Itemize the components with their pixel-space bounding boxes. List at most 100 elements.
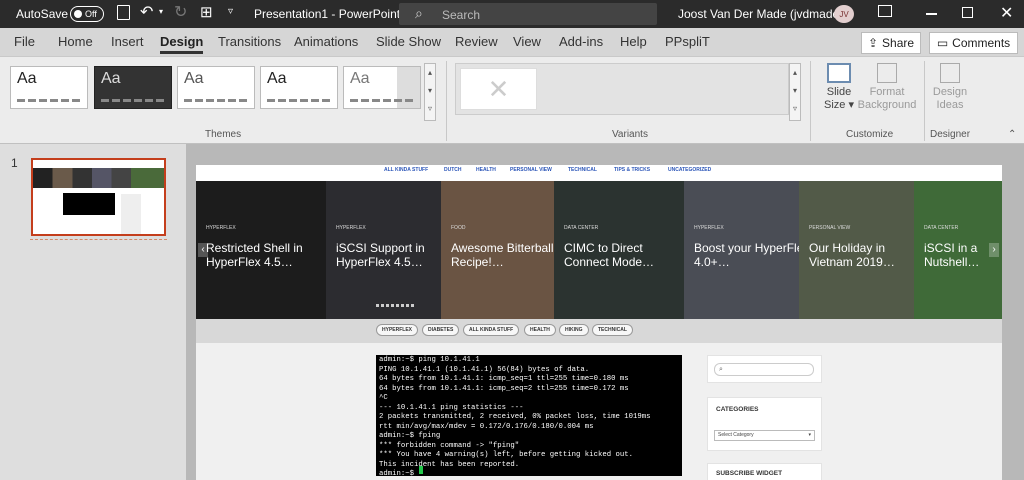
close-icon[interactable]: ✕ xyxy=(1000,3,1013,23)
slide[interactable]: ALL KINDA STUFF DUTCH HEALTH PERSONAL VI… xyxy=(196,165,1002,480)
nav-health[interactable]: HEALTH xyxy=(476,167,496,173)
slide-thumbnail[interactable] xyxy=(31,158,166,236)
tab-add-ins[interactable]: Add-ins xyxy=(559,34,603,49)
post-title: Our Holiday in Vietnam 2019… xyxy=(809,241,895,269)
chevron-down-icon: ▾ xyxy=(808,432,811,438)
search-icon: ⌕ xyxy=(719,366,723,373)
tab-insert[interactable]: Insert xyxy=(111,34,144,49)
design-ideas-button[interactable]: Design Ideas xyxy=(928,63,972,112)
slide-size-button[interactable]: Slide Size ▾ xyxy=(820,63,858,112)
collapse-ribbon-icon[interactable]: ⌃ xyxy=(1008,129,1016,140)
carousel-panel[interactable]: PERSONAL VIEW Our Holiday in Vietnam 201… xyxy=(799,181,914,319)
search-widget: ⌕ xyxy=(707,355,822,383)
theme-colors xyxy=(184,99,250,102)
format-background-label-2: Background xyxy=(857,99,917,111)
format-background-button[interactable]: Format Background xyxy=(855,63,919,112)
theme-colors xyxy=(101,99,167,102)
carousel-panel[interactable]: DATA CENTER CIMC to Direct Connect Mode… xyxy=(554,181,684,319)
search-box[interactable]: ⌕ Search xyxy=(399,3,657,25)
autosave-toggle[interactable]: Off xyxy=(70,6,104,22)
post-category: DATA CENTER xyxy=(564,225,599,231)
widget-search-input[interactable]: ⌕ xyxy=(714,363,814,376)
theme-colors xyxy=(17,99,83,102)
nav-uncategorized[interactable]: UNCATEGORIZED xyxy=(668,167,711,173)
avatar[interactable]: JV xyxy=(834,5,854,23)
design-ideas-label-2: Ideas xyxy=(936,99,964,111)
tab-ppsplit[interactable]: PPspliT xyxy=(665,34,710,49)
redo-icon[interactable]: ↻ xyxy=(174,2,187,22)
more-icon: ▿ xyxy=(792,104,797,113)
tag-all-kinda-stuff[interactable]: ALL KINDA STUFF xyxy=(463,324,520,336)
theme-sample-text: Aa xyxy=(267,70,287,87)
variants-scroll[interactable]: ▴ ▾ ▿ xyxy=(789,63,801,121)
search-placeholder: Search xyxy=(442,8,481,22)
undo-icon[interactable]: ↶ xyxy=(140,2,153,22)
present-icon[interactable]: ⊞ xyxy=(200,3,213,21)
thumbnail-sidebar xyxy=(121,194,141,234)
thumbnail-carousel xyxy=(33,168,164,188)
carousel-dots[interactable] xyxy=(376,304,416,307)
carousel-prev-button[interactable]: ‹ xyxy=(198,243,208,257)
customize-qat-icon[interactable]: ▿ xyxy=(228,6,233,17)
terminal-cursor xyxy=(419,466,423,474)
scroll-down-icon: ▾ xyxy=(792,86,797,95)
maximize-icon[interactable] xyxy=(962,7,973,18)
theme-sample-text: Aa xyxy=(101,70,121,87)
tab-transitions[interactable]: Transitions xyxy=(218,34,281,49)
ribbon-display-icon[interactable] xyxy=(878,5,892,17)
tag-health[interactable]: HEALTH xyxy=(524,324,556,336)
post-category: HYPERFLEX xyxy=(694,225,724,231)
theme-office[interactable]: Aa xyxy=(10,66,88,109)
format-background-label-1: Format xyxy=(869,86,905,98)
nav-personal-view[interactable]: PERSONAL VIEW xyxy=(510,167,552,173)
tag-hiking[interactable]: HIKING xyxy=(559,324,589,336)
nav-all-kinda-stuff[interactable]: ALL KINDA STUFF xyxy=(384,167,428,173)
tab-animations[interactable]: Animations xyxy=(294,34,358,49)
theme-dark[interactable]: Aa xyxy=(94,66,172,109)
tab-file[interactable]: File xyxy=(14,34,35,49)
categories-widget: CATEGORIES Select Category ▾ xyxy=(707,397,822,451)
post-title: iSCSI Support in HyperFlex 4.5… xyxy=(336,241,425,269)
theme-colors xyxy=(350,99,416,102)
themes-scroll[interactable]: ▴ ▾ ▿ xyxy=(424,63,436,121)
carousel-panel[interactable]: HYPERFLEX Boost your HyperFlex 4.0+… xyxy=(684,181,809,319)
tag-diabetes[interactable]: DIABETES xyxy=(422,324,460,336)
minimize-icon[interactable] xyxy=(926,13,937,15)
carousel-next-button[interactable]: › xyxy=(989,243,999,257)
designer-group-label: Designer xyxy=(930,129,971,140)
user-name[interactable]: Joost Van Der Made (jvdmade) xyxy=(678,7,843,21)
variants-group-label: Variants xyxy=(612,129,648,140)
nav-tips-tricks[interactable]: TIPS & TRICKS xyxy=(614,167,650,173)
tab-slide-show[interactable]: Slide Show xyxy=(376,34,441,49)
carousel-panel[interactable]: FOOD Awesome Bitterballen Recipe!… xyxy=(441,181,567,319)
design-ideas-icon xyxy=(940,63,960,83)
tab-review[interactable]: Review xyxy=(455,34,498,49)
tab-design[interactable]: Design xyxy=(160,34,204,54)
save-icon[interactable] xyxy=(117,5,130,20)
scroll-up-icon: ▴ xyxy=(792,68,797,77)
nav-dutch[interactable]: DUTCH xyxy=(444,167,462,173)
nav-technical[interactable]: TECHNICAL xyxy=(568,167,597,173)
undo-dropdown-icon[interactable]: ▾ xyxy=(159,7,163,16)
tab-home[interactable]: Home xyxy=(58,34,93,49)
chevron-down-icon: ▾ xyxy=(845,99,854,111)
carousel-panel[interactable]: HYPERFLEX iSCSI Support in HyperFlex 4.5… xyxy=(326,181,441,319)
carousel-panel[interactable]: HYPERFLEX Restricted Shell in HyperFlex … xyxy=(196,181,326,319)
tab-help[interactable]: Help xyxy=(620,34,647,49)
tag-hyperflex[interactable]: HYPERFLEX xyxy=(376,324,419,336)
variant-placeholder[interactable]: ✕ xyxy=(460,68,537,110)
comments-button[interactable]: ▭ Comments xyxy=(929,32,1018,54)
group-separator xyxy=(446,61,447,141)
theme-facet[interactable]: Aa xyxy=(343,66,421,109)
theme-retrospect[interactable]: Aa xyxy=(260,66,338,109)
more-icon: ▿ xyxy=(427,104,432,113)
format-background-icon xyxy=(877,63,897,83)
tag-technical[interactable]: TECHNICAL xyxy=(592,324,633,336)
share-button[interactable]: ⇪ Share xyxy=(861,32,921,54)
category-select[interactable]: Select Category ▾ xyxy=(714,430,815,441)
variants-gallery[interactable]: ✕ xyxy=(455,63,789,115)
scroll-up-icon: ▴ xyxy=(427,68,432,77)
subscribe-title: SUBSCRIBE WIDGET xyxy=(716,470,783,477)
tab-view[interactable]: View xyxy=(513,34,541,49)
theme-light[interactable]: Aa xyxy=(177,66,255,109)
